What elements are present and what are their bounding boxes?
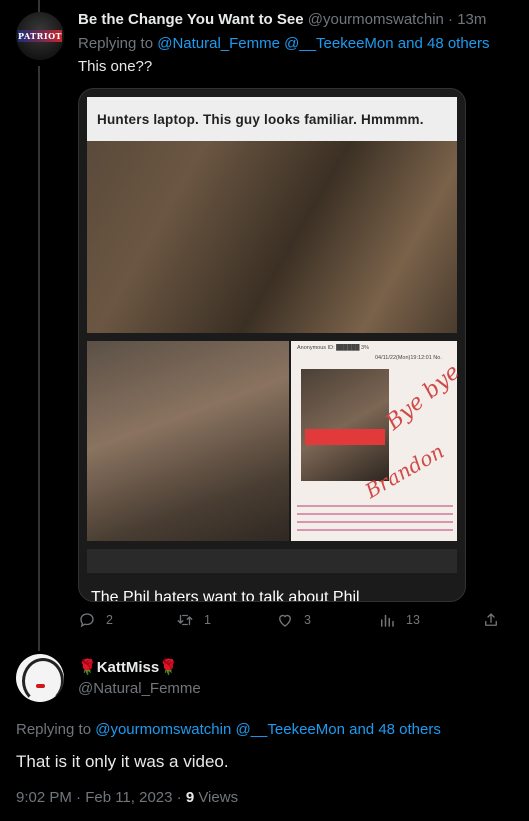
avatar-badge: PATRIOT: [18, 30, 62, 42]
tweet-header: Be the Change You Want to See @yourmomsw…: [78, 11, 486, 28]
replying-to: Replying to @yourmomswatchin @__TeekeeMo…: [16, 721, 441, 738]
thread-line: [38, 66, 40, 651]
retweet-button[interactable]: 1: [176, 611, 211, 629]
image-header-text: Hunters laptop. This guy looks familiar.…: [97, 111, 424, 127]
rose-emoji-right: 🌹: [159, 659, 178, 676]
image-bottom-strip: [87, 549, 457, 573]
avatar[interactable]: PATRIOT: [16, 12, 64, 60]
avatar-hair: [22, 658, 64, 702]
avatar-lips: [36, 684, 45, 688]
replying-prefix: Replying to: [16, 721, 96, 738]
tweet-text: This one??: [78, 58, 153, 75]
replying-mentions[interactable]: @yourmomswatchin @__TeekeeMon: [95, 721, 345, 738]
views-count: 13: [406, 613, 420, 627]
replying-prefix: Replying to: [78, 35, 158, 52]
inner-post-header: Anonymous ID: ██████ 3%: [297, 345, 369, 351]
scrawl-text: Bye bye: [381, 359, 465, 436]
retweet-icon: [177, 614, 193, 626]
heart-icon: [279, 614, 291, 627]
avatar[interactable]: [16, 654, 64, 702]
image-header-banner: Hunters laptop. This guy looks familiar.…: [87, 97, 457, 141]
display-name[interactable]: Be the Change You Want to See: [78, 11, 304, 28]
analytics-icon: [381, 614, 394, 627]
tweet-text: That is it only it was a video.: [16, 752, 229, 771]
reply-count: 2: [106, 613, 113, 627]
photo-top: [87, 141, 457, 333]
handle[interactable]: @Natural_Femme: [78, 680, 201, 697]
censor-bar: [305, 429, 385, 445]
thread-line-top: [38, 0, 40, 12]
share-button[interactable]: [482, 611, 500, 629]
replying-others[interactable]: and 48 others: [394, 35, 490, 52]
retweet-count: 1: [204, 613, 211, 627]
like-count: 3: [304, 613, 311, 627]
photo-bottom-right: Anonymous ID: ██████ 3% 04/11/22(Mon)19:…: [291, 341, 465, 541]
replying-others[interactable]: and 48 others: [345, 721, 441, 738]
display-name-text: KattMiss: [96, 659, 160, 676]
timestamp[interactable]: 9:02 PM · Feb 11, 2023 ·: [16, 789, 186, 806]
separator: ·: [448, 11, 454, 28]
inner-post-date: 04/11/22(Mon)19:12:01 No.: [375, 355, 442, 361]
image-caption: The Phil haters want to talk about Phil: [91, 589, 360, 602]
inner-thumbnail: [301, 369, 389, 481]
reply-button[interactable]: 2: [78, 611, 113, 629]
views-label: Views: [194, 789, 239, 806]
replying-mentions[interactable]: @Natural_Femme @__TeekeeMon: [157, 35, 393, 52]
tweet-meta: 9:02 PM · Feb 11, 2023 · 9 Views: [16, 789, 238, 806]
photo-bottom-left: [87, 341, 289, 541]
like-button[interactable]: 3: [276, 611, 311, 629]
reply-icon: [80, 613, 94, 628]
views-button[interactable]: 13: [378, 611, 420, 629]
timestamp[interactable]: 13m: [457, 11, 486, 28]
media-image[interactable]: Hunters laptop. This guy looks familiar.…: [78, 88, 466, 602]
replying-to: Replying to @Natural_Femme @__TeekeeMon …: [78, 35, 490, 52]
action-bar: 2 1 3 13: [78, 611, 508, 635]
rose-emoji-left: 🌹: [78, 659, 97, 676]
share-icon: [485, 613, 497, 626]
views-count: 9: [185, 789, 195, 806]
display-name[interactable]: 🌹KattMiss🌹: [78, 658, 178, 676]
handle[interactable]: @yourmomswatchin: [308, 11, 444, 28]
inner-link-lines: [297, 499, 453, 535]
